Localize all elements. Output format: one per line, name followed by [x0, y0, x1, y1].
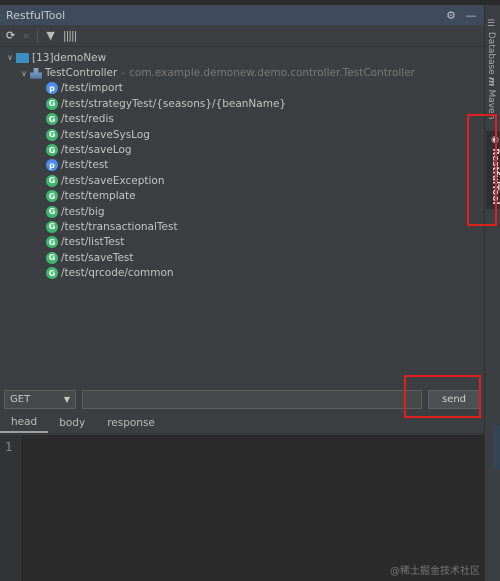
endpoint-item[interactable]: G/test/transactionalTest [0, 219, 484, 234]
endpoint-path: /test/listTest [61, 236, 125, 249]
endpoint-path: /test/qrcode/common [61, 267, 174, 280]
get-method-icon: G [46, 267, 58, 280]
filter-icon[interactable]: ▼ [46, 29, 54, 42]
tree-controller-node[interactable]: ∨ TestController - com.example.demonew.d… [0, 65, 484, 80]
toolbar: ⟳ ⌕ ▼ ||||| [0, 25, 484, 47]
endpoint-item[interactable]: G/test/redis [0, 112, 484, 127]
get-method-icon: G [46, 190, 58, 203]
sidebar-item-database[interactable]: ☰ Database [486, 19, 496, 75]
refresh-icon[interactable]: ⟳ [6, 29, 15, 42]
get-method-icon: G [46, 205, 58, 218]
dropdown-arrow-icon: ▼ [63, 395, 70, 404]
endpoint-item[interactable]: G/test/strategyTest/{seasons}/{beanName} [0, 96, 484, 111]
endpoint-path: /test/saveSysLog [61, 128, 150, 141]
post-method-icon: p [46, 82, 58, 95]
folder-icon [16, 52, 29, 63]
endpoint-path: /test/saveTest [61, 251, 134, 264]
controller-name: TestController [45, 67, 118, 80]
get-method-icon: G [46, 220, 58, 233]
method-select[interactable]: GET ▼ [4, 390, 76, 409]
tab-response[interactable]: response [96, 413, 166, 433]
url-input[interactable] [82, 390, 422, 409]
endpoint-path: /test/strategyTest/{seasons}/{beanName} [61, 97, 287, 110]
endpoint-item[interactable]: G/test/saveException [0, 173, 484, 188]
tab-head[interactable]: head [0, 413, 49, 433]
line-number: 1 [0, 435, 21, 581]
post-method-icon: p [46, 159, 58, 172]
get-method-icon: G [46, 113, 58, 126]
get-method-icon: G [46, 97, 58, 110]
gear-icon[interactable]: ⚙ [444, 9, 458, 22]
head-editor[interactable]: 1 [0, 435, 484, 581]
endpoint-path: /test/transactionalTest [61, 220, 178, 233]
scroll-indicator [493, 425, 500, 470]
panel-title-bar: RestfulTool ⚙ — [0, 5, 484, 25]
highlight-box-send [404, 375, 481, 418]
endpoint-path: /test/redis [61, 113, 114, 126]
highlight-box-sidebar [467, 114, 497, 226]
endpoint-item[interactable]: G/test/saveTest [0, 250, 484, 265]
endpoint-item[interactable]: G/test/qrcode/common [0, 265, 484, 280]
endpoint-path: /test/import [61, 82, 123, 95]
minus-icon[interactable]: — [464, 9, 478, 22]
get-method-icon: G [46, 128, 58, 141]
endpoint-tree: ∨ [13]demoNew ∨ TestController - com.exa… [0, 47, 484, 281]
method-value: GET [10, 394, 31, 405]
endpoint-item[interactable]: G/test/saveLog [0, 142, 484, 157]
endpoint-item[interactable]: p/test/import [0, 81, 484, 96]
endpoint-path: /test/template [61, 190, 136, 203]
endpoint-path: /test/saveException [61, 174, 165, 187]
tree-project-node[interactable]: ∨ [13]demoNew [0, 50, 484, 65]
controller-icon [30, 67, 42, 79]
chevron-down-icon[interactable]: ∨ [4, 53, 16, 62]
watermark: @稀土掘金技术社区 [390, 566, 480, 577]
project-name: [13]demoNew [32, 51, 107, 64]
chevron-down-icon[interactable]: ∨ [18, 69, 30, 78]
search-icon[interactable]: ⌕ [23, 29, 29, 43]
controller-package: com.example.demonew.demo.controller.Test… [129, 67, 415, 80]
toolbar-divider [37, 28, 39, 43]
controller-separator: - [121, 67, 126, 80]
database-icon: ☰ [486, 19, 496, 32]
get-method-icon: G [46, 144, 58, 157]
restful-tool-panel: RestfulTool ⚙ — ⟳ ⌕ ▼ ||||| ∨ [13]demoNe… [0, 5, 484, 581]
get-method-icon: G [46, 251, 58, 264]
right-tool-strip: ☰ Database m Maven ◉ RestfulTool [484, 5, 500, 581]
endpoint-path: /test/saveLog [61, 144, 132, 157]
barcode-icon[interactable]: ||||| [63, 29, 77, 42]
panel-title: RestfulTool [6, 8, 66, 22]
get-method-icon: G [46, 236, 58, 249]
endpoint-path: /test/big [61, 205, 105, 218]
maven-icon: m [486, 77, 496, 90]
get-method-icon: G [46, 174, 58, 187]
endpoint-path: /test/test [61, 159, 109, 172]
endpoint-item[interactable]: p/test/test [0, 158, 484, 173]
endpoint-item[interactable]: G/test/listTest [0, 235, 484, 250]
endpoint-item[interactable]: G/test/big [0, 204, 484, 219]
endpoint-item[interactable]: G/test/saveSysLog [0, 127, 484, 142]
endpoint-item[interactable]: G/test/template [0, 189, 484, 204]
tab-body[interactable]: body [48, 413, 96, 433]
